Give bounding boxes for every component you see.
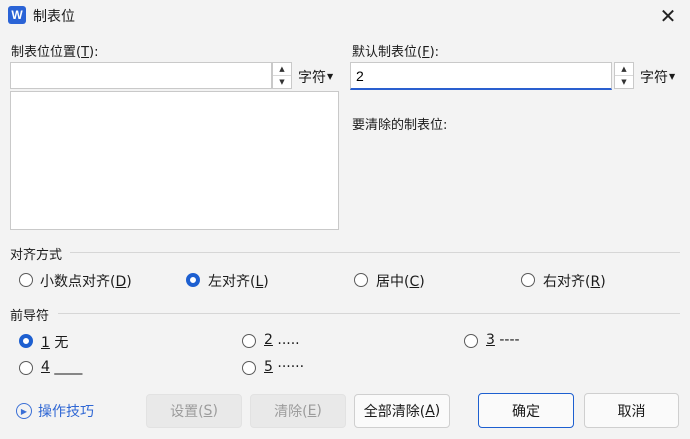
leader-dots-label[interactable]: 2 ..... <box>264 332 300 348</box>
tabs-to-clear-label: 要清除的制表位: <box>352 118 448 133</box>
leader-dashes-label[interactable]: 3 ---- <box>486 332 520 348</box>
spin-down-icon[interactable]: ▼ <box>273 76 291 88</box>
tips-link[interactable]: ▶ 操作技巧 <box>16 401 94 421</box>
close-icon: ✕ <box>659 4 677 28</box>
divider <box>70 252 680 253</box>
leader-underline-label[interactable]: 4 ____ <box>41 359 82 375</box>
leader-none-radio[interactable] <box>19 334 33 348</box>
align-left-radio[interactable] <box>186 273 200 287</box>
ok-button[interactable]: 确定 <box>478 393 574 428</box>
align-decimal-label[interactable]: 小数点对齐(D) <box>40 271 132 291</box>
default-tab-unit-dropdown[interactable]: 字符▼ <box>640 67 675 87</box>
leader-middle-dots-radio[interactable] <box>242 361 256 375</box>
clear-button[interactable]: 清除(E) <box>250 394 346 428</box>
dialog-title: 制表位 <box>33 9 75 25</box>
align-right-label[interactable]: 右对齐(R) <box>543 271 606 291</box>
tab-position-spinner[interactable]: ▲ ▼ <box>272 62 292 89</box>
set-button[interactable]: 设置(S) <box>146 394 242 428</box>
dropdown-caret-icon: ▼ <box>327 72 334 81</box>
clear-all-button[interactable]: 全部清除(A) <box>354 394 450 428</box>
leader-section-title: 前导符 <box>10 309 50 324</box>
cancel-button[interactable]: 取消 <box>584 393 679 428</box>
dropdown-caret-icon: ▼ <box>669 72 676 81</box>
wps-writer-icon: W <box>8 6 26 24</box>
spin-up-icon[interactable]: ▲ <box>273 63 291 76</box>
spin-down-icon[interactable]: ▼ <box>615 76 633 88</box>
title-bar <box>0 0 690 32</box>
align-center-label[interactable]: 居中(C) <box>376 271 425 291</box>
tips-label: 操作技巧 <box>38 404 94 420</box>
align-decimal-radio[interactable] <box>19 273 33 287</box>
tab-position-label: 制表位位置(T): <box>11 45 99 60</box>
default-tab-input[interactable] <box>350 62 612 90</box>
spin-up-icon[interactable]: ▲ <box>615 63 633 76</box>
play-icon: ▶ <box>16 403 32 419</box>
default-tab-spinner[interactable]: ▲ ▼ <box>614 62 634 89</box>
align-left-label[interactable]: 左对齐(L) <box>208 271 269 291</box>
leader-none-label[interactable]: 1 无 <box>41 332 68 352</box>
leader-underline-radio[interactable] <box>19 361 33 375</box>
alignment-section-title: 对齐方式 <box>10 248 63 263</box>
close-button[interactable]: ✕ <box>648 0 688 32</box>
tab-position-unit-dropdown[interactable]: 字符▼ <box>298 67 333 87</box>
align-center-radio[interactable] <box>354 273 368 287</box>
align-right-radio[interactable] <box>521 273 535 287</box>
leader-dots-radio[interactable] <box>242 334 256 348</box>
default-tab-label: 默认制表位(F): <box>352 45 440 60</box>
leader-middle-dots-label[interactable]: 5 ······ <box>264 359 304 375</box>
tab-position-input[interactable] <box>10 62 272 89</box>
leader-dashes-radio[interactable] <box>464 334 478 348</box>
divider <box>58 313 680 314</box>
tab-position-list[interactable] <box>10 91 339 230</box>
